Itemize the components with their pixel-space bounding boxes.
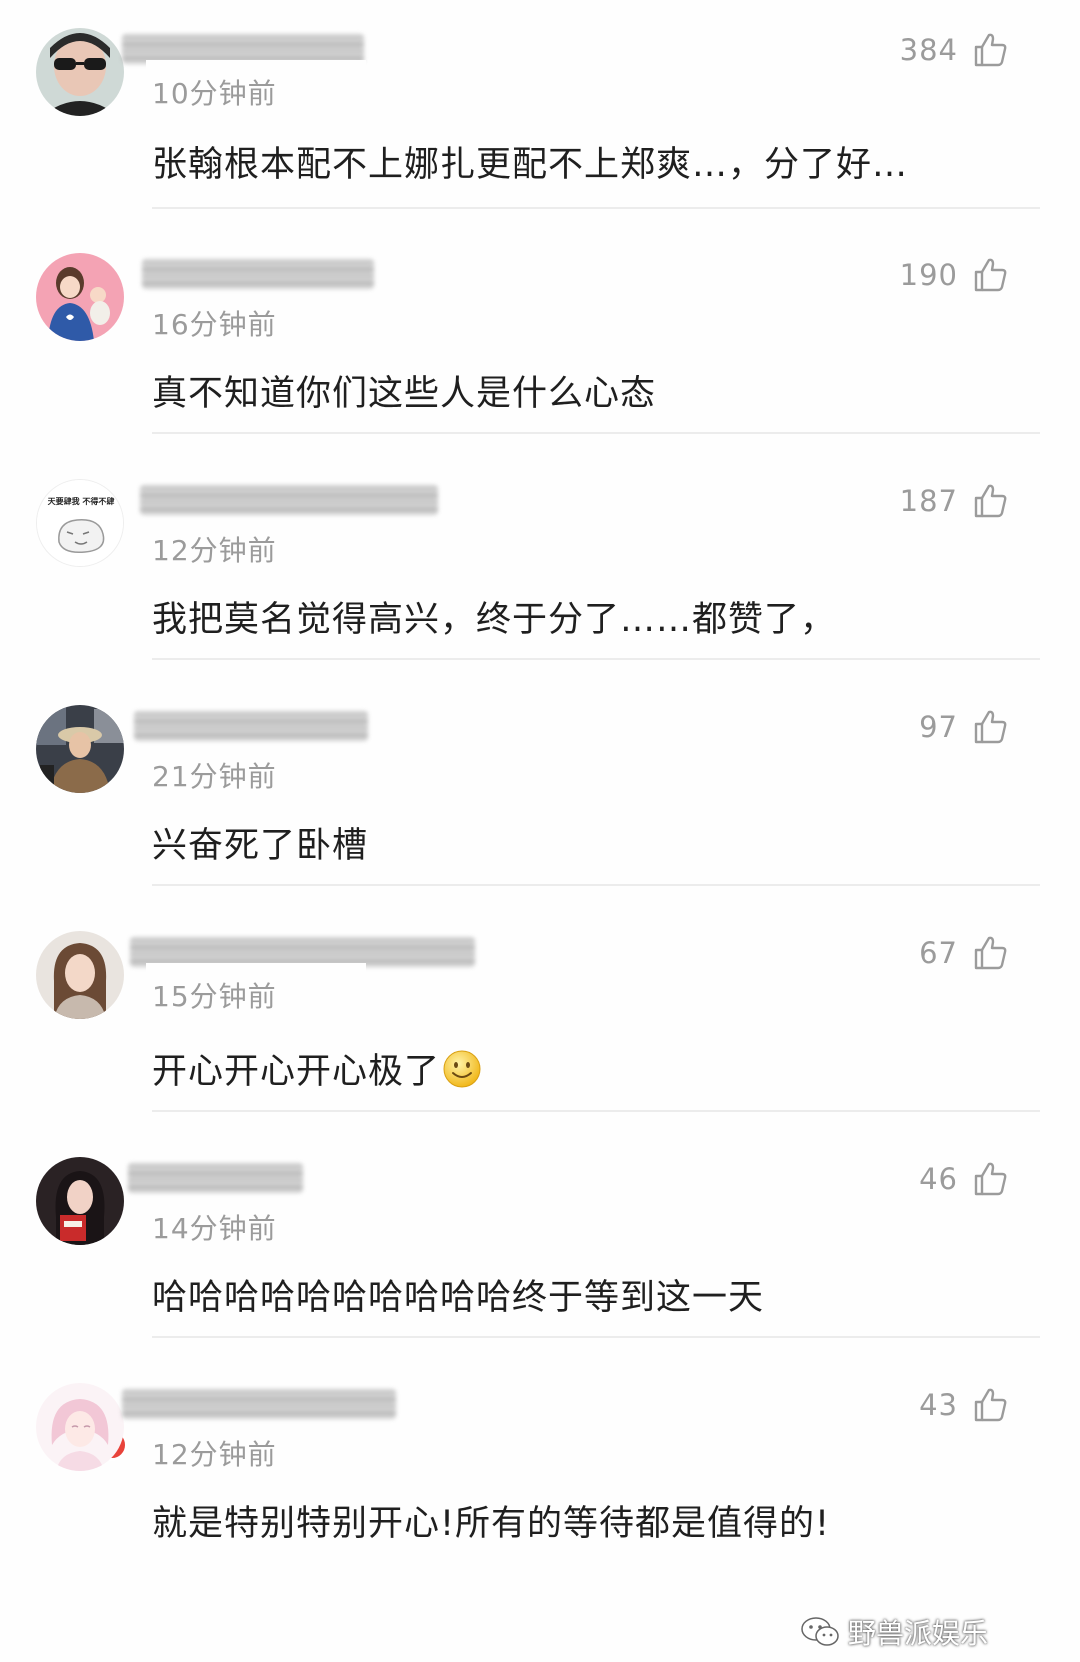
comment-item: 12分钟前 43 就是特别特别开心!所有的等待都是值得的! (0, 1355, 1080, 1594)
comment-time: 14分钟前 (152, 1212, 277, 1245)
comment-time: 12分钟前 (152, 1438, 277, 1471)
comment-time: 12分钟前 (152, 534, 277, 567)
avatar-caption: 天要肆我 不得不肆 (48, 496, 115, 506)
like-count: 384 (899, 33, 958, 67)
like-button[interactable]: 67 (919, 933, 1010, 973)
comment-item: 10分钟前 384 张翰根本配不上娜扎更配不上郑爽…，分了好… (0, 0, 1080, 239)
comment-item: 天要肆我 不得不肆 12分钟前 187 我把莫名觉得高兴，终于分了……都赞了， (0, 451, 1080, 690)
like-count: 190 (899, 258, 958, 292)
like-button[interactable]: 43 (919, 1385, 1010, 1425)
comment-text: 就是特别特别开心!所有的等待都是值得的! (152, 1504, 831, 1544)
username-blurred[interactable] (134, 711, 368, 741)
comment-text-body: 开心开心开心极了 (152, 1052, 441, 1092)
wechat-icon (801, 1617, 839, 1646)
thumbs-up-icon (974, 258, 1007, 292)
comment-item: 16分钟前 190 真不知道你们这些人是什么心态 (0, 225, 1080, 464)
avatar[interactable] (36, 1383, 124, 1471)
like-button[interactable]: 384 (900, 30, 1010, 70)
like-count: 97 (919, 710, 958, 744)
username-blurred[interactable] (128, 1163, 303, 1193)
like-count: 67 (919, 936, 958, 970)
like-count: 43 (919, 1388, 958, 1422)
divider (152, 1336, 1040, 1338)
thumbs-up-icon (974, 1388, 1007, 1422)
thumbs-up-icon (974, 33, 1007, 67)
comment-time: 16分钟前 (152, 308, 277, 341)
avatar[interactable] (36, 28, 124, 116)
comment-list: 10分钟前 384 张翰根本配不上娜扎更配不上郑爽…，分了好… 16分钟前 19… (0, 0, 1080, 1662)
like-button[interactable]: 46 (919, 1159, 1010, 1199)
comment-text: 兴奋死了卧槽 (152, 826, 369, 866)
divider (152, 884, 1040, 886)
comment-time: 21分钟前 (152, 760, 277, 793)
avatar[interactable]: 天要肆我 不得不肆 (36, 479, 124, 567)
comment-text: 真不知道你们这些人是什么心态 (152, 374, 657, 414)
watermark-label: 野兽派娱乐 (847, 1617, 988, 1650)
comment-item: 15分钟前 67 开心开心开心极了 (0, 903, 1080, 1142)
like-button[interactable]: 97 (919, 707, 1010, 747)
comment-text: 我把莫名觉得高兴，终于分了……都赞了， (152, 600, 837, 640)
like-count: 46 (919, 1162, 958, 1196)
divider (152, 432, 1040, 434)
avatar[interactable] (36, 705, 124, 793)
divider (152, 207, 1040, 209)
comment-text: 哈哈哈哈哈哈哈哈哈哈终于等到这一天 (152, 1278, 765, 1318)
comment-item: 14分钟前 46 哈哈哈哈哈哈哈哈哈哈终于等到这一天 (0, 1129, 1080, 1368)
comment-text: 开心开心开心极了 (152, 1043, 482, 1094)
thumbs-up-icon (974, 936, 1007, 970)
smile-emoji-icon (443, 1050, 481, 1088)
thumbs-up-icon (974, 1162, 1007, 1196)
like-button[interactable]: 190 (900, 255, 1010, 295)
username-blurred[interactable] (142, 259, 374, 289)
comment-item: ★ 21分钟前 97 兴奋死了卧槽 (0, 677, 1080, 1461)
watermark: 野兽派娱乐 (800, 1612, 988, 1652)
comment-time: 10分钟前 (152, 77, 277, 110)
like-button[interactable]: 187 (900, 481, 1010, 521)
username-blurred[interactable] (140, 485, 438, 515)
thumbs-up-icon (974, 710, 1007, 744)
divider (152, 658, 1040, 660)
comment-time: 15分钟前 (152, 980, 277, 1013)
like-count: 187 (899, 484, 958, 518)
username-blurred[interactable] (122, 1389, 396, 1419)
avatar[interactable] (36, 253, 124, 341)
divider (152, 1110, 1040, 1112)
comment-text: 张翰根本配不上娜扎更配不上郑爽…，分了好… (152, 145, 909, 185)
avatar[interactable] (36, 1157, 124, 1245)
thumbs-up-icon (974, 484, 1007, 518)
avatar[interactable] (36, 931, 124, 1019)
